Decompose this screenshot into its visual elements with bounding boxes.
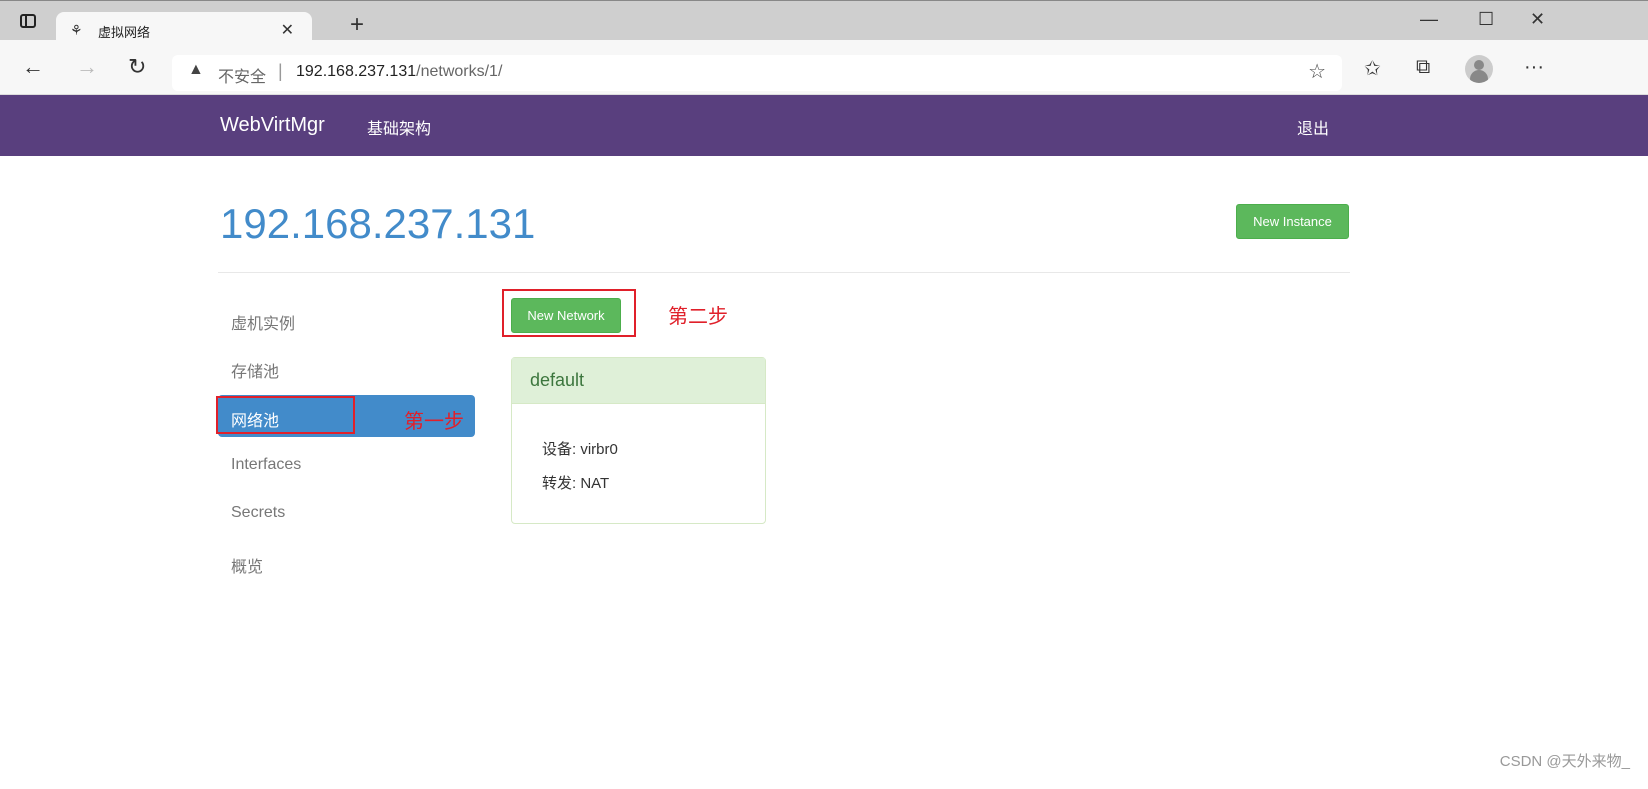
address-bar[interactable]: ▲ 不安全 | 192.168.237.131/networks/1/ ☆ xyxy=(172,55,1342,91)
tab-strip: ⚘ 虚拟网络 ✕ + — ☐ ✕ xyxy=(0,0,1648,52)
favorites-icon[interactable]: ✩ xyxy=(1364,56,1381,81)
sidebar-item-instances[interactable]: 虚机实例 xyxy=(218,298,475,340)
url-host: 192.168.237.131 xyxy=(296,63,417,80)
collections-icon[interactable]: ⧉ xyxy=(1416,56,1430,79)
close-window-icon[interactable]: ✕ xyxy=(1530,9,1545,30)
sidebar-item-secrets[interactable]: Secrets xyxy=(218,492,475,534)
watermark: CSDN @天外来物_ xyxy=(1499,753,1630,770)
sidebar-item-storage[interactable]: 存储池 xyxy=(218,346,475,388)
nav-logout[interactable]: 退出 xyxy=(1297,115,1329,139)
top-navbar: WebVirtMgr 基础架构 退出 xyxy=(0,95,1648,156)
network-forward: 转发: NAT xyxy=(542,475,610,492)
new-tab-button[interactable]: + xyxy=(350,13,364,37)
nav-infrastructure[interactable]: 基础架构 xyxy=(367,115,431,139)
annotation-box-step2 xyxy=(502,289,636,337)
network-device: 设备: virbr0 xyxy=(542,441,618,458)
tab-title: 虚拟网络 xyxy=(98,25,151,40)
back-icon[interactable]: ← xyxy=(22,54,44,80)
divider: | xyxy=(278,61,283,81)
favicon-icon: ⚘ xyxy=(70,22,83,38)
annotation-step1: 第一步 xyxy=(404,411,464,433)
close-tab-icon[interactable]: ✕ xyxy=(281,20,294,40)
annotation-box-step1 xyxy=(216,396,355,434)
address-toolbar: ← → ↻ ▲ 不安全 | 192.168.237.131/networks/1… xyxy=(0,40,1648,95)
sidebar-item-overview[interactable]: 概览 xyxy=(218,541,475,583)
url-text[interactable]: 192.168.237.131/networks/1/ xyxy=(296,63,502,81)
annotation-step2: 第二步 xyxy=(668,306,728,328)
profile-avatar[interactable] xyxy=(1465,55,1493,83)
page-title: 192.168.237.131 xyxy=(220,200,536,247)
maximize-icon[interactable]: ☐ xyxy=(1478,9,1494,30)
tab-actions-icon[interactable] xyxy=(20,14,36,28)
warning-icon[interactable]: ▲ xyxy=(188,61,204,79)
forward-icon[interactable]: → xyxy=(76,54,98,80)
divider xyxy=(218,272,1350,273)
more-icon[interactable]: ··· xyxy=(1524,56,1544,79)
refresh-icon[interactable]: ↻ xyxy=(128,54,146,80)
network-card[interactable]: default 设备: virbr0 转发: NAT xyxy=(511,357,766,524)
security-label[interactable]: 不安全 xyxy=(218,63,266,87)
network-name[interactable]: default xyxy=(512,358,765,404)
add-favorite-icon[interactable]: ☆ xyxy=(1308,59,1326,84)
minimize-icon[interactable]: — xyxy=(1420,9,1438,30)
url-path: /networks/1/ xyxy=(416,63,503,80)
brand-link[interactable]: WebVirtMgr xyxy=(220,114,325,137)
sidebar-item-interfaces[interactable]: Interfaces xyxy=(218,444,475,486)
new-instance-button[interactable]: New Instance xyxy=(1236,204,1349,239)
